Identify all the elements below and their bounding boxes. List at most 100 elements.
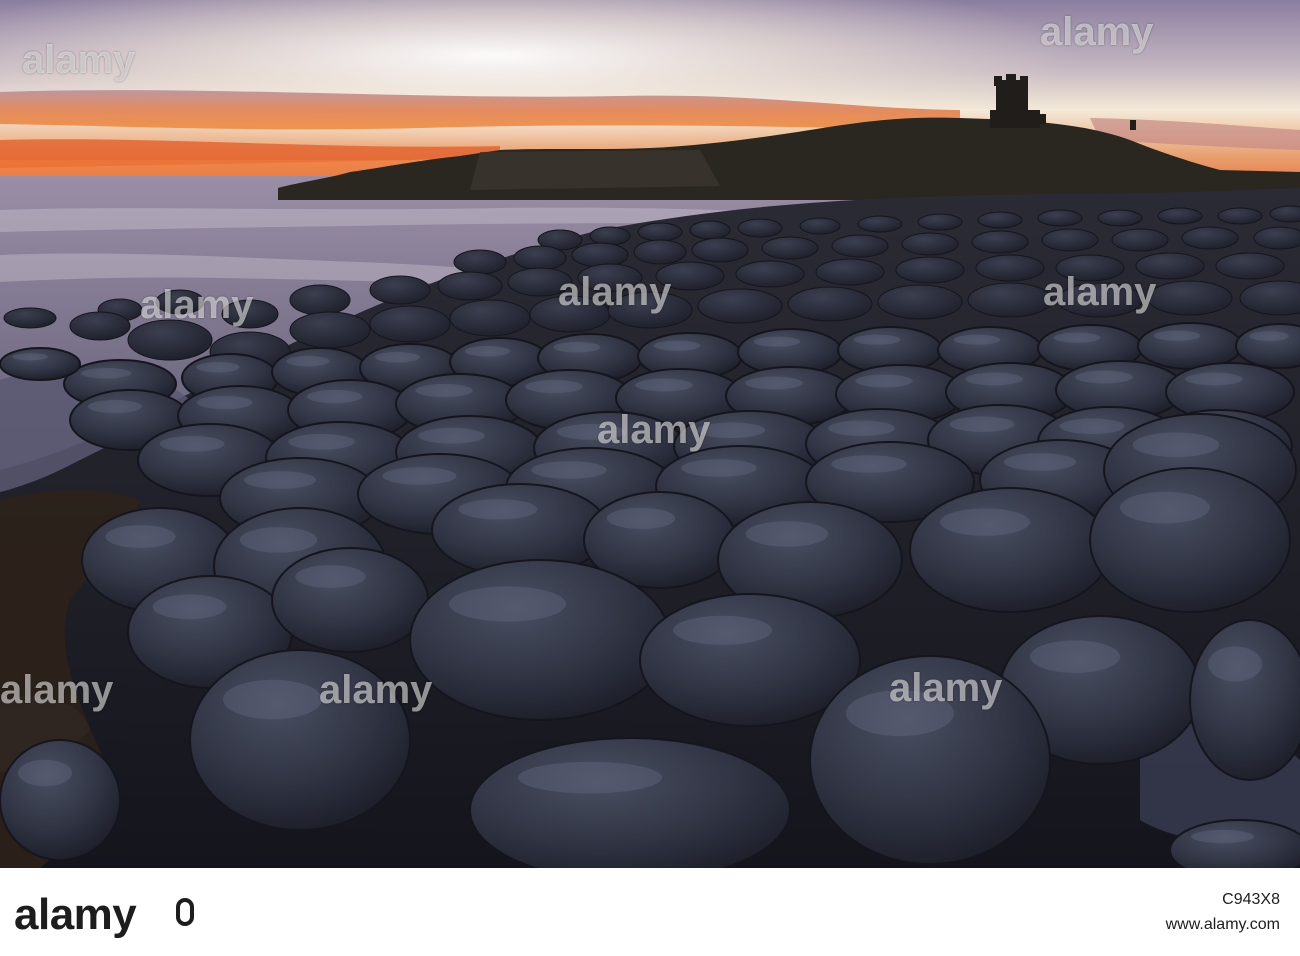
boulder-highlight [382, 467, 457, 485]
boulder-highlight [828, 420, 895, 436]
boulder-highlight [80, 367, 132, 379]
boulder [799, 217, 841, 235]
boulder-highlight [288, 433, 355, 450]
boulder [1253, 226, 1300, 250]
alamy-drop-icon [176, 898, 194, 926]
boulder [513, 245, 567, 271]
photo: alamy alamy alamy alamy alamy alamy alam… [0, 0, 1300, 868]
boulder-highlight [458, 499, 538, 520]
boulder-highlight [1208, 646, 1262, 682]
boulder-highlight [745, 521, 829, 547]
boulder-highlight [244, 471, 316, 489]
boulder [967, 282, 1053, 318]
boulder [409, 559, 671, 721]
boulder-highlight [518, 761, 662, 794]
watermark: alamy [558, 270, 672, 314]
boulder [1041, 228, 1099, 252]
boulder [737, 218, 783, 238]
boulder-highlight [223, 679, 322, 720]
boulder-highlight [1053, 332, 1101, 343]
boulder-highlight [196, 361, 240, 373]
boulder-highlight [465, 345, 510, 357]
boulder-highlight [239, 527, 318, 553]
boulder-highlight [553, 341, 601, 353]
boulder [975, 254, 1045, 282]
footer-bar: alamy C943X8 www.alamy.com [0, 868, 1300, 956]
boulder [857, 215, 903, 233]
boulder-highlight [1249, 331, 1289, 341]
boulder [1147, 280, 1233, 316]
boulder-highlight [1059, 418, 1125, 434]
boulder [1269, 205, 1300, 223]
boulder-highlight [449, 586, 566, 622]
boulder [637, 222, 683, 242]
boulder [977, 211, 1023, 229]
boulder [589, 226, 631, 246]
boulder-highlight [286, 355, 330, 367]
boulder-highlight [673, 615, 772, 645]
boulder-highlight [152, 594, 227, 620]
boulder [697, 288, 783, 324]
boulder-highlight [831, 455, 907, 473]
boulder-highlight [681, 459, 757, 477]
boulder [877, 284, 963, 320]
boulder-highlight [753, 336, 801, 347]
watermark: alamy [1040, 10, 1154, 54]
boulder [1189, 619, 1300, 781]
boulder [369, 305, 451, 343]
boulder [909, 487, 1111, 613]
boulder [571, 242, 629, 268]
boulder [1217, 207, 1263, 225]
boulder-highlight [375, 351, 420, 363]
boulder [633, 239, 687, 265]
boulder-highlight [418, 427, 485, 444]
watermark: alamy [22, 38, 136, 82]
boulder-highlight [295, 565, 366, 589]
boulder [1181, 226, 1239, 250]
boulder [437, 271, 503, 301]
boulder [289, 284, 351, 316]
boulder [0, 347, 81, 381]
boulder [289, 311, 371, 349]
boulder-highlight [105, 525, 176, 549]
boulder-highlight [965, 372, 1023, 386]
boulder [69, 311, 131, 341]
boulder-highlight [653, 340, 701, 351]
boulder-highlight [88, 399, 142, 414]
boulder-highlight [196, 395, 253, 410]
boulder-highlight [940, 508, 1030, 536]
boulder [449, 299, 531, 337]
boulder-highlight [1185, 372, 1243, 386]
watermark: alamy [140, 283, 254, 327]
boulder [3, 307, 57, 329]
boulder [831, 234, 889, 258]
boulder [815, 258, 885, 286]
boulder-highlight [306, 389, 363, 404]
image-id: C943X8 [1222, 891, 1280, 908]
boulder [1037, 209, 1083, 227]
boulder [1097, 209, 1143, 227]
boulder [761, 236, 819, 260]
watermark: alamy [889, 666, 1003, 710]
boulder [271, 547, 429, 653]
boulder-highlight [853, 334, 901, 345]
footer-url: www.alamy.com [1165, 916, 1280, 933]
boulder-highlight [525, 379, 583, 394]
boulder [1089, 467, 1291, 613]
watermark: alamy [0, 668, 114, 712]
boulder-highlight [745, 376, 803, 390]
boulder-highlight [531, 461, 607, 479]
boulder [1111, 228, 1169, 252]
boulder-highlight [606, 507, 676, 529]
boulder [901, 232, 959, 256]
boulder-highlight [953, 334, 1001, 345]
boulder [469, 737, 791, 868]
boulder [1215, 252, 1285, 280]
cliff-face [470, 150, 720, 190]
footer-logo: alamy [14, 890, 137, 939]
boulder-highlight [18, 759, 72, 787]
boulder-highlight [1004, 453, 1076, 471]
boulder-highlight [12, 353, 48, 361]
boulder-highlight [1030, 640, 1120, 673]
boulder [735, 260, 805, 288]
